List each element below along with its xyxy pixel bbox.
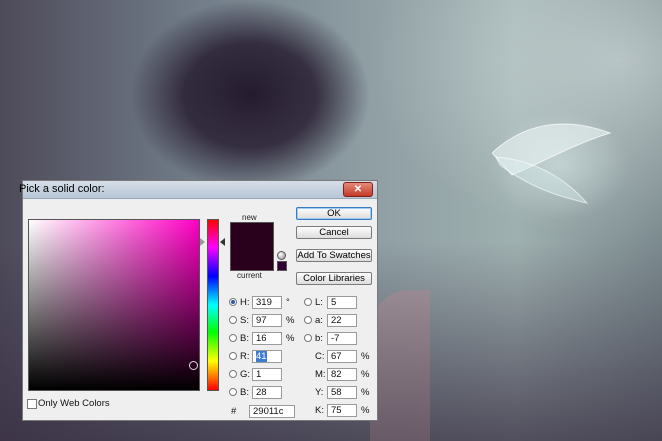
lab-b-input[interactable]: -7 (327, 332, 357, 345)
hue-radio[interactable] (229, 298, 237, 306)
only-web-colors-label: Only Web Colors (38, 398, 110, 409)
close-button[interactable]: ✕ (343, 182, 373, 197)
cancel-button[interactable]: Cancel (296, 226, 372, 239)
red-radio[interactable] (229, 352, 237, 360)
dialog-title: Pick a solid color: (19, 183, 105, 195)
hue-input[interactable]: 319 (252, 296, 282, 309)
dialog-titlebar[interactable]: Pick a solid color: ✕ (19, 181, 377, 199)
new-color-label: new (242, 213, 257, 222)
black-input[interactable]: 75 (327, 404, 357, 417)
add-to-swatches-button[interactable]: Add To Swatches (296, 249, 372, 262)
brightness-radio[interactable] (229, 334, 237, 342)
only-web-colors-checkbox[interactable] (27, 399, 37, 409)
color-libraries-button[interactable]: Color Libraries (296, 272, 372, 285)
butterfly-wing-image (492, 123, 612, 204)
lab-l-input[interactable]: 5 (327, 296, 357, 309)
yellow-input[interactable]: 58 (327, 386, 357, 399)
green-radio[interactable] (229, 370, 237, 378)
red-input[interactable]: 41 (252, 350, 282, 363)
lab-a-input[interactable]: 22 (327, 314, 357, 327)
ok-button[interactable]: OK (296, 207, 372, 220)
hue-slider[interactable] (207, 219, 219, 391)
current-color-label: current (237, 271, 262, 280)
close-icon: ✕ (353, 184, 363, 195)
web-safe-swatch[interactable] (277, 261, 287, 271)
lab-b-radio[interactable] (304, 334, 312, 342)
brightness-input[interactable]: 16 (252, 332, 282, 345)
color-field-marker[interactable] (189, 361, 198, 370)
magenta-input[interactable]: 82 (327, 368, 357, 381)
lab-l-radio[interactable] (304, 298, 312, 306)
cyan-input[interactable]: 67 (327, 350, 357, 363)
saturation-input[interactable]: 97 (252, 314, 282, 327)
out-of-gamut-cube-icon[interactable] (277, 251, 286, 260)
saturation-brightness-field[interactable] (28, 219, 200, 391)
blue-radio[interactable] (229, 388, 237, 396)
hue-slider-right-arrow-icon[interactable] (220, 238, 225, 246)
green-input[interactable]: 1 (252, 368, 282, 381)
current-color-swatch[interactable] (230, 246, 274, 271)
new-color-swatch (230, 222, 274, 247)
saturation-radio[interactable] (229, 316, 237, 324)
red-value-selection: 41 (256, 351, 267, 362)
hex-input[interactable]: 29011c (249, 405, 295, 418)
blue-input[interactable]: 28 (252, 386, 282, 399)
hue-slider-left-arrow-icon[interactable] (200, 238, 205, 246)
color-picker-dialog: Pick a solid color: ✕ new current OK Can… (19, 180, 378, 421)
lab-a-radio[interactable] (304, 316, 312, 324)
shoulder-image (370, 290, 430, 441)
